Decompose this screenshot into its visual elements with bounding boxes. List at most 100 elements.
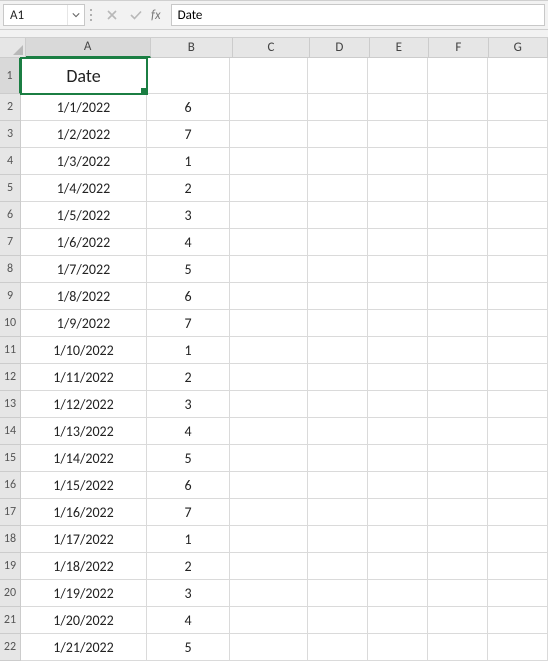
cell[interactable]: 5: [147, 256, 230, 283]
cell[interactable]: 1/1/2022: [21, 94, 147, 121]
row-header[interactable]: 12: [0, 364, 21, 391]
cell[interactable]: 1/16/2022: [21, 499, 147, 526]
cell[interactable]: [488, 148, 548, 175]
cell[interactable]: [230, 607, 308, 634]
cell[interactable]: [147, 58, 230, 94]
row-header[interactable]: 5: [0, 175, 21, 202]
cell[interactable]: [308, 391, 368, 418]
row-header[interactable]: 20: [0, 580, 21, 607]
cell[interactable]: [428, 607, 488, 634]
cell[interactable]: [428, 310, 488, 337]
cell[interactable]: 3: [147, 202, 230, 229]
cell[interactable]: [368, 202, 428, 229]
cell[interactable]: [488, 607, 548, 634]
cell[interactable]: [368, 175, 428, 202]
col-header-B[interactable]: B: [151, 38, 233, 58]
col-header-D[interactable]: D: [310, 38, 369, 58]
cell[interactable]: [230, 94, 308, 121]
cell[interactable]: [368, 337, 428, 364]
cell[interactable]: [428, 364, 488, 391]
cell[interactable]: [368, 94, 428, 121]
cell[interactable]: [488, 526, 548, 553]
cell[interactable]: 1/9/2022: [21, 310, 147, 337]
cell[interactable]: 5: [147, 445, 230, 472]
cell[interactable]: [230, 580, 308, 607]
cell[interactable]: [230, 445, 308, 472]
cell[interactable]: [308, 526, 368, 553]
cell[interactable]: [428, 58, 488, 94]
cell[interactable]: [368, 229, 428, 256]
cell[interactable]: 3: [147, 391, 230, 418]
cell[interactable]: [428, 526, 488, 553]
cell[interactable]: [308, 607, 368, 634]
cell[interactable]: [308, 337, 368, 364]
cell[interactable]: [428, 175, 488, 202]
cell[interactable]: [230, 283, 308, 310]
cell[interactable]: 1/14/2022: [21, 445, 147, 472]
cell[interactable]: 5: [147, 634, 230, 661]
cell[interactable]: [368, 310, 428, 337]
cell[interactable]: [428, 337, 488, 364]
cell[interactable]: [230, 391, 308, 418]
cell[interactable]: [488, 121, 548, 148]
cell[interactable]: 1/13/2022: [21, 418, 147, 445]
row-header[interactable]: 14: [0, 418, 21, 445]
cell[interactable]: 1/3/2022: [21, 148, 147, 175]
cell[interactable]: [230, 58, 308, 94]
cell[interactable]: [308, 634, 368, 661]
cell[interactable]: [428, 229, 488, 256]
cell[interactable]: [488, 472, 548, 499]
row-header[interactable]: 19: [0, 553, 21, 580]
cell[interactable]: [230, 526, 308, 553]
cell[interactable]: [368, 283, 428, 310]
cell[interactable]: [308, 472, 368, 499]
cell[interactable]: [368, 256, 428, 283]
cell[interactable]: [308, 94, 368, 121]
row-header[interactable]: 15: [0, 445, 21, 472]
cell[interactable]: [230, 202, 308, 229]
cell[interactable]: [308, 499, 368, 526]
cell[interactable]: [488, 445, 548, 472]
cell[interactable]: [230, 175, 308, 202]
cell[interactable]: [368, 526, 428, 553]
cell[interactable]: 1/20/2022: [21, 607, 147, 634]
cell[interactable]: [368, 58, 428, 94]
row-header[interactable]: 9: [0, 283, 21, 310]
cell[interactable]: [308, 202, 368, 229]
name-box-dropdown-icon[interactable]: [67, 5, 84, 25]
cell[interactable]: [308, 364, 368, 391]
cell[interactable]: [428, 553, 488, 580]
cell[interactable]: [308, 229, 368, 256]
cell[interactable]: [368, 391, 428, 418]
cell[interactable]: [488, 553, 548, 580]
cell[interactable]: [368, 418, 428, 445]
cell[interactable]: 1: [147, 526, 230, 553]
cell[interactable]: [308, 580, 368, 607]
cell[interactable]: [368, 607, 428, 634]
row-header[interactable]: 2: [0, 94, 21, 121]
cell[interactable]: [428, 580, 488, 607]
cell[interactable]: [368, 580, 428, 607]
row-header[interactable]: 11: [0, 337, 21, 364]
cell[interactable]: 1/7/2022: [21, 256, 147, 283]
row-header[interactable]: 3: [0, 121, 21, 148]
cell[interactable]: [308, 553, 368, 580]
cell[interactable]: [368, 472, 428, 499]
cell[interactable]: [488, 499, 548, 526]
cell[interactable]: 6: [147, 472, 230, 499]
cell[interactable]: [428, 472, 488, 499]
cell[interactable]: [230, 634, 308, 661]
cell[interactable]: [428, 391, 488, 418]
cell[interactable]: 1/10/2022: [21, 337, 147, 364]
cell[interactable]: [368, 553, 428, 580]
col-header-C[interactable]: C: [233, 38, 310, 58]
cell[interactable]: [428, 121, 488, 148]
cell[interactable]: [230, 553, 308, 580]
cell[interactable]: [428, 634, 488, 661]
cell[interactable]: [230, 229, 308, 256]
cell[interactable]: [488, 391, 548, 418]
cell[interactable]: 1/5/2022: [21, 202, 147, 229]
cell[interactable]: [230, 499, 308, 526]
cell[interactable]: 7: [147, 310, 230, 337]
cell[interactable]: [230, 256, 308, 283]
